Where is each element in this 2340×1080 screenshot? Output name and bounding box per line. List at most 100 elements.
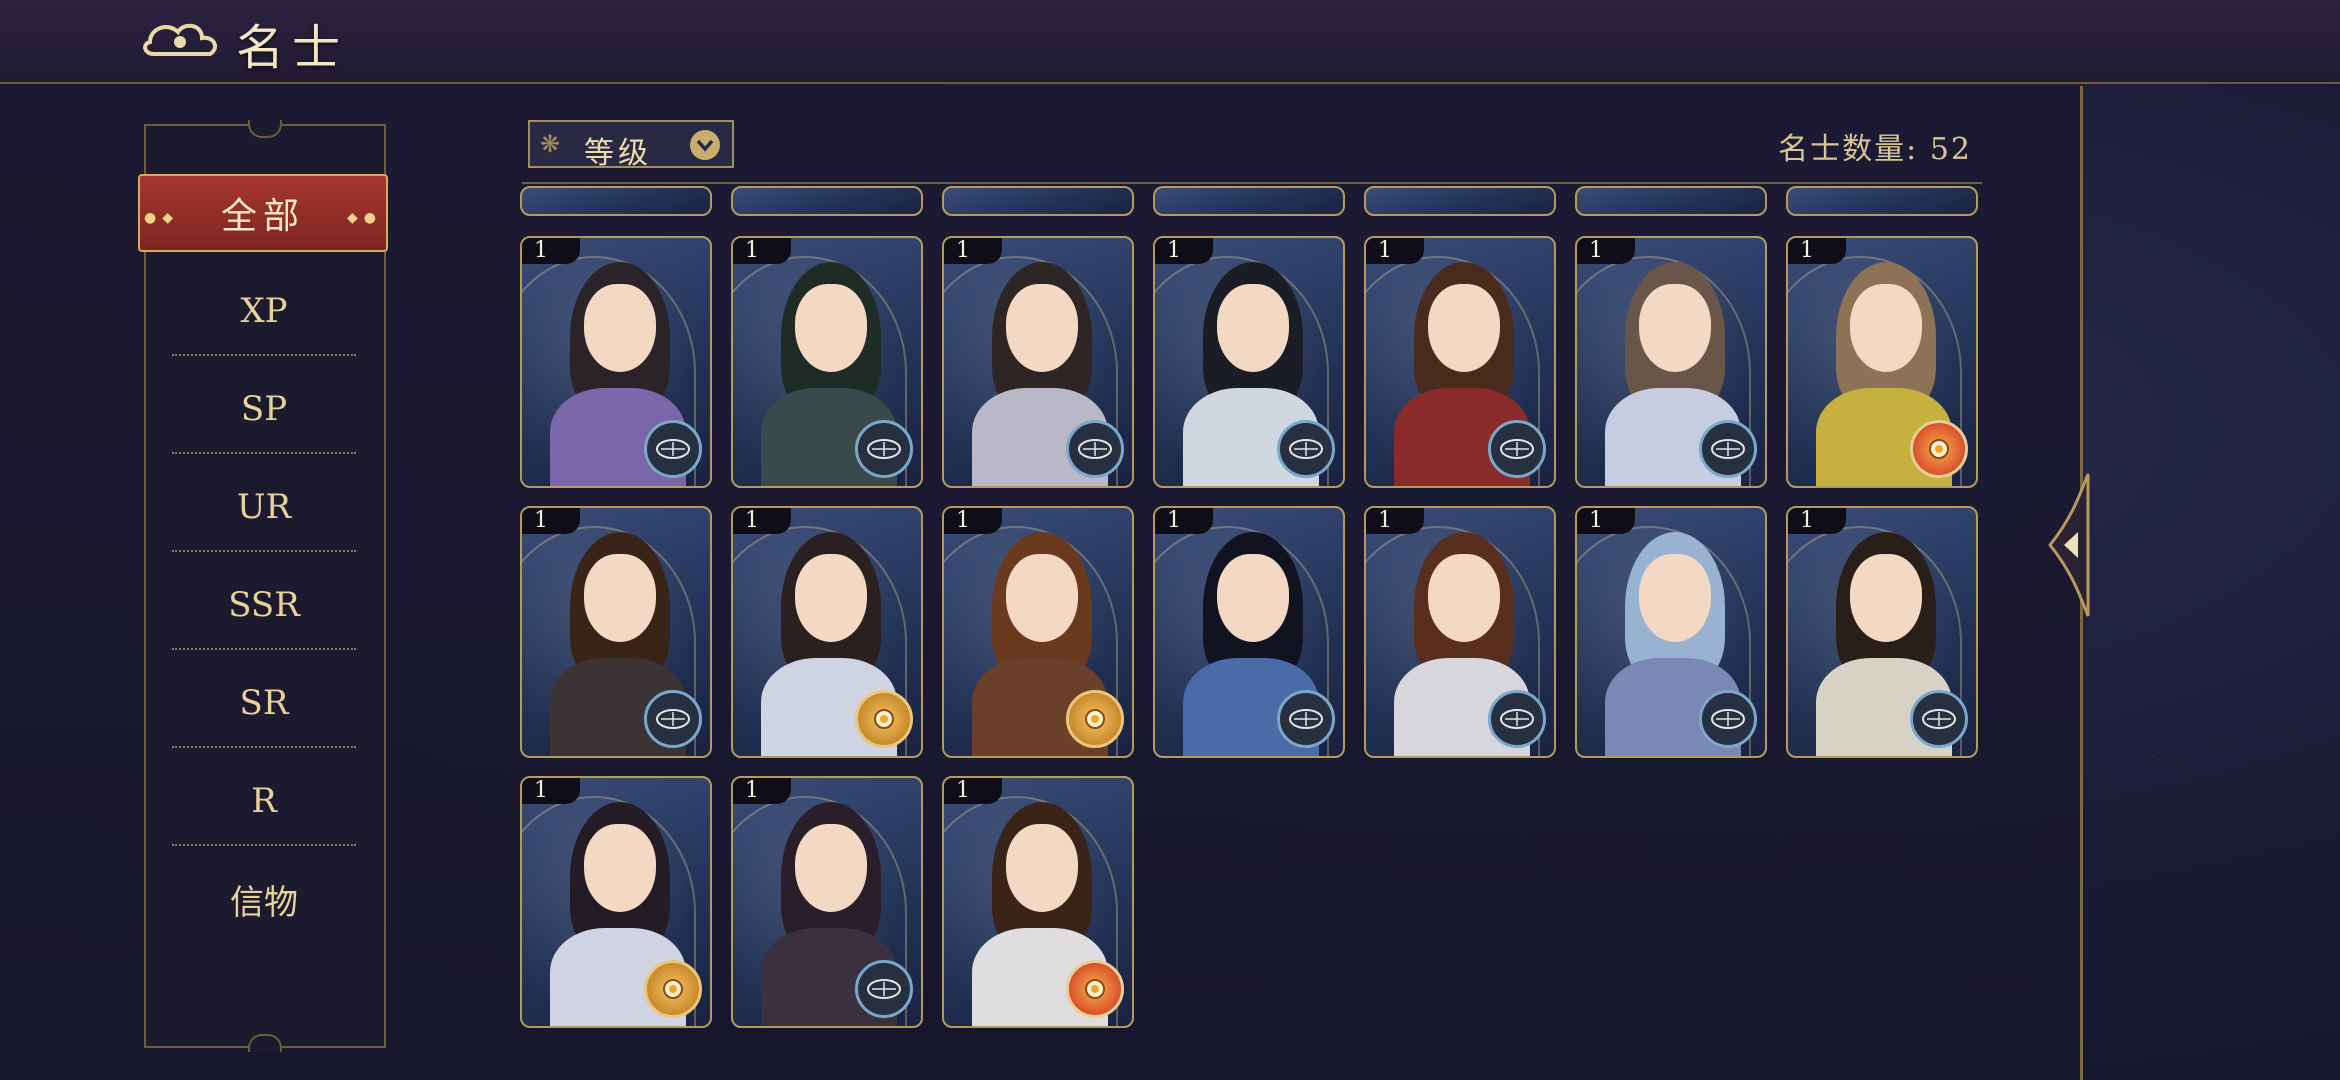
hero-grid: 1 1 1 1 1 1 1 1 1 1 1 1 1 1 1 1 1	[510, 186, 1990, 1046]
portrait-face	[1217, 284, 1289, 372]
tab-ur[interactable]: UR	[172, 458, 356, 556]
level-badge: 1	[1577, 238, 1635, 264]
level-badge: 1	[1788, 508, 1846, 534]
faction-compass-icon	[1488, 690, 1546, 748]
level-badge: 1	[944, 778, 1002, 804]
hero-card[interactable]: 1	[1575, 506, 1767, 758]
hero-card[interactable]: 1	[1153, 236, 1345, 488]
hero-card[interactable]: 1	[731, 776, 923, 1028]
portrait-face	[584, 284, 656, 372]
level-badge: 1	[522, 778, 580, 804]
level-badge: 1	[733, 508, 791, 534]
level-badge: 1	[1366, 238, 1424, 264]
faction-compass-icon	[1699, 690, 1757, 748]
hero-card[interactable]: 1	[942, 506, 1134, 758]
hero-card-partial[interactable]	[731, 186, 923, 216]
tab-sp[interactable]: SP	[172, 360, 356, 458]
faction-compass-icon	[644, 690, 702, 748]
tab-信物[interactable]: 信物	[172, 850, 356, 948]
hero-card[interactable]: 1	[1364, 236, 1556, 488]
ornament-right-icon: ◆●	[347, 210, 382, 226]
tab-sr[interactable]: SR	[172, 654, 356, 752]
hero-card[interactable]: 1	[731, 506, 923, 758]
portrait-face	[584, 554, 656, 642]
faction-sun-icon	[1910, 420, 1968, 478]
level-badge: 1	[1366, 508, 1424, 534]
tab-ssr[interactable]: SSR	[172, 556, 356, 654]
faction-compass-icon	[1277, 690, 1335, 748]
level-badge: 1	[522, 238, 580, 264]
portrait-face	[1850, 554, 1922, 642]
level-badge: 1	[733, 778, 791, 804]
faction-compass-icon	[1066, 420, 1124, 478]
hero-count: 名士数量: 52	[1778, 132, 1972, 167]
hero-card[interactable]: 1	[520, 776, 712, 1028]
hero-card-partial[interactable]	[1364, 186, 1556, 216]
faction-sun-icon	[1066, 960, 1124, 1018]
portrait-face	[795, 284, 867, 372]
tab-xp[interactable]: XP	[172, 262, 356, 360]
hero-card[interactable]: 1	[1575, 236, 1767, 488]
tab-divider	[172, 844, 356, 846]
portrait-face	[1850, 284, 1922, 372]
portrait-face	[795, 554, 867, 642]
level-badge: 1	[1155, 238, 1213, 264]
hero-card[interactable]: 1	[520, 506, 712, 758]
tab-all-label: 全部	[220, 196, 305, 237]
faction-sun-icon	[855, 690, 913, 748]
ornament-left-icon: ●◆	[144, 210, 179, 226]
portrait-face	[1639, 284, 1711, 372]
portrait-face	[1428, 554, 1500, 642]
hero-card-partial[interactable]	[1153, 186, 1345, 216]
faction-compass-icon	[1699, 420, 1757, 478]
faction-sun-icon	[644, 960, 702, 1018]
portrait-face	[584, 824, 656, 912]
chevron-down-icon	[690, 130, 720, 160]
collapse-arrow-icon[interactable]	[2044, 470, 2094, 620]
faction-compass-icon	[1910, 690, 1968, 748]
tab-r[interactable]: R	[172, 752, 356, 850]
portrait-face	[795, 824, 867, 912]
level-badge: 1	[733, 238, 791, 264]
hero-card[interactable]: 1	[942, 236, 1134, 488]
portrait-face	[1639, 554, 1711, 642]
hero-card[interactable]: 1	[1364, 506, 1556, 758]
tab-divider	[172, 354, 356, 356]
portrait-face	[1217, 554, 1289, 642]
hero-card-partial[interactable]	[1786, 186, 1978, 216]
divider	[522, 182, 1982, 184]
faction-compass-icon	[855, 960, 913, 1018]
faction-compass-icon	[1277, 420, 1335, 478]
hero-card[interactable]: 1	[1786, 506, 1978, 758]
hero-card-partial[interactable]	[1575, 186, 1767, 216]
tab-divider	[172, 746, 356, 748]
level-badge: 1	[1788, 238, 1846, 264]
faction-compass-icon	[1488, 420, 1546, 478]
cloud-emblem-icon	[143, 23, 218, 56]
portrait-face	[1006, 284, 1078, 372]
portrait-face	[1006, 554, 1078, 642]
level-badge: 1	[1577, 508, 1635, 534]
hero-card[interactable]: 1	[1786, 236, 1978, 488]
hero-card[interactable]: 1	[942, 776, 1134, 1028]
page-title: 名士	[236, 20, 349, 76]
portrait-face	[1428, 284, 1500, 372]
level-badge: 1	[944, 238, 1002, 264]
cloud-ornament-icon: ❋	[540, 130, 561, 158]
header-bar: 名士	[0, 0, 2340, 84]
tab-divider	[172, 550, 356, 552]
hero-card[interactable]: 1	[731, 236, 923, 488]
faction-sun-icon	[1066, 690, 1124, 748]
hero-card-partial[interactable]	[942, 186, 1134, 216]
sidebar-notch-top	[248, 120, 282, 138]
tab-divider	[172, 452, 356, 454]
level-badge: 1	[1155, 508, 1213, 534]
faction-compass-icon	[644, 420, 702, 478]
level-badge: 1	[522, 508, 580, 534]
sort-dropdown[interactable]: ❋ 等级	[528, 120, 734, 171]
tab-all[interactable]: ●◆ 全部 ◆●	[138, 174, 388, 252]
hero-card[interactable]: 1	[1153, 506, 1345, 758]
hero-card-partial[interactable]	[520, 186, 712, 216]
level-badge: 1	[944, 508, 1002, 534]
hero-card[interactable]: 1	[520, 236, 712, 488]
